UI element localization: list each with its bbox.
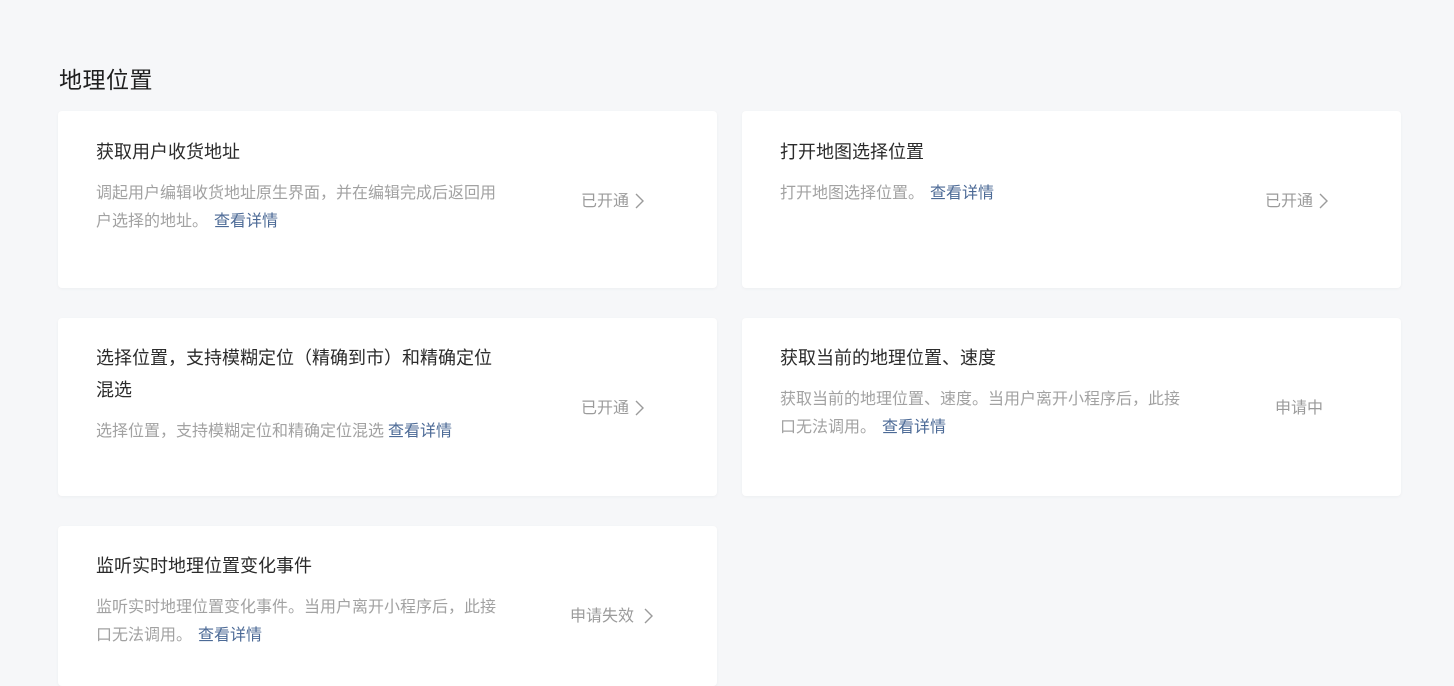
chevron-right-icon [644, 608, 654, 624]
card-description: 打开地图选择位置。 查看详情 [780, 179, 1190, 207]
status-label: 已开通 [581, 191, 630, 210]
card-description: 监听实时地理位置变化事件。当用户离开小程序后，此接口无法调用。 查看详情 [96, 593, 496, 649]
card-title: 打开地图选择位置 [780, 142, 924, 163]
card-title: 获取用户收货地址 [96, 142, 240, 163]
card-description-text: 选择位置，支持模糊定位和精确定位混选 [96, 421, 385, 440]
card-description: 选择位置，支持模糊定位和精确定位混选 查看详情 [96, 417, 516, 445]
api-card-choose-address[interactable]: 获取用户收货地址 调起用户编辑收货地址原生界面，并在编辑完成后返回用户选择的地址… [58, 111, 717, 288]
api-card-get-location[interactable]: 获取当前的地理位置、速度 获取当前的地理位置、速度。当用户离开小程序后，此接口无… [742, 318, 1401, 496]
chevron-right-icon [635, 400, 645, 416]
chevron-right-icon [635, 193, 645, 209]
section-title: 地理位置 [59, 68, 153, 94]
api-card-choose-poi[interactable]: 选择位置，支持模糊定位（精确到市）和精确定位混选 选择位置，支持模糊定位和精确定… [58, 318, 717, 496]
view-details-link[interactable]: 查看详情 [198, 625, 262, 644]
card-description-text: 打开地图选择位置。 [780, 183, 925, 202]
api-card-choose-location[interactable]: 打开地图选择位置 打开地图选择位置。 查看详情 已开通 [742, 111, 1401, 288]
api-card-on-location-change[interactable]: 监听实时地理位置变化事件 监听实时地理位置变化事件。当用户离开小程序后，此接口无… [58, 526, 717, 686]
card-title: 监听实时地理位置变化事件 [96, 556, 312, 577]
card-description-text: 获取当前的地理位置、速度。当用户离开小程序后，此接口无法调用。 [780, 389, 1181, 436]
status-label: 已开通 [581, 398, 630, 417]
chevron-right-icon [1319, 193, 1329, 209]
status-label: 申请中 [1275, 398, 1324, 417]
card-description-text: 监听实时地理位置变化事件。当用户离开小程序后，此接口无法调用。 [96, 597, 497, 644]
status-pending-label: 申请中 [1275, 396, 1323, 420]
status-open-button[interactable]: 已开通 [581, 189, 645, 213]
view-details-link[interactable]: 查看详情 [388, 421, 452, 440]
status-label: 申请失效 [570, 606, 635, 625]
status-open-button[interactable]: 已开通 [581, 396, 645, 420]
card-description: 获取当前的地理位置、速度。当用户离开小程序后，此接口无法调用。 查看详情 [780, 385, 1180, 441]
status-expired-button[interactable]: 申请失效 [570, 604, 654, 628]
view-details-link[interactable]: 查看详情 [882, 417, 946, 436]
view-details-link[interactable]: 查看详情 [930, 183, 994, 202]
card-title: 选择位置，支持模糊定位（精确到市）和精确定位混选 [96, 348, 492, 401]
card-description-text: 调起用户编辑收货地址原生界面，并在编辑完成后返回用户选择的地址。 [96, 183, 497, 230]
card-title: 获取当前的地理位置、速度 [780, 348, 996, 369]
status-open-button[interactable]: 已开通 [1265, 189, 1329, 213]
status-label: 已开通 [1265, 191, 1314, 210]
view-details-link[interactable]: 查看详情 [214, 211, 278, 230]
card-description: 调起用户编辑收货地址原生界面，并在编辑完成后返回用户选择的地址。 查看详情 [96, 179, 508, 235]
